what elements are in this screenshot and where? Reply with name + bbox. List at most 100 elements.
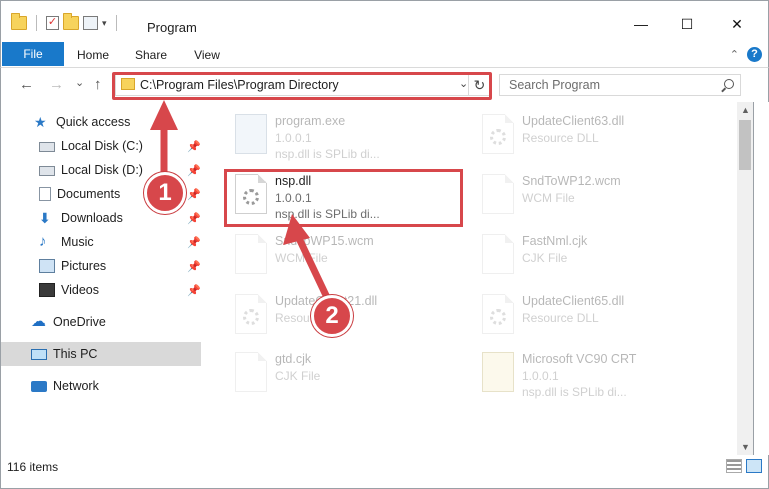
sidebar-item-label: This PC [53, 347, 98, 361]
sidebar-item-label: OneDrive [53, 315, 106, 329]
sidebar-item-label: Music [61, 235, 94, 249]
pin-icon[interactable]: 📌 [187, 260, 201, 273]
videos-icon [39, 283, 55, 297]
file-item-fastnml[interactable]: FastNml.cjk CJK File [472, 228, 712, 284]
tab-home[interactable]: Home [71, 42, 115, 68]
file-highlight-box [224, 169, 463, 227]
maximize-button[interactable]: ☐ [664, 13, 710, 35]
sidebar-item-label: Network [53, 379, 99, 393]
scroll-down-arrow-icon[interactable]: ▼ [741, 442, 750, 452]
sidebar-item-local-disk-c[interactable]: Local Disk (C:) 📌 [1, 134, 201, 158]
chevron-up-icon[interactable]: ⌃ [730, 48, 739, 61]
file-type: WCM File [275, 251, 328, 265]
file-description: nsp.dll is SPLib di... [275, 147, 380, 161]
address-highlight-box [112, 72, 492, 100]
file-item-sndtowp12[interactable]: SndToWP12.wcm WCM File [472, 168, 712, 224]
properties-check-icon[interactable]: ✓ [46, 16, 59, 30]
file-item-updateclient65[interactable]: UpdateClient65.dll Resource DLL [472, 288, 712, 344]
forward-button[interactable]: → [49, 76, 64, 93]
customize-qat-icon[interactable] [83, 16, 98, 30]
large-icons-view-icon[interactable] [746, 459, 762, 473]
documents-icon [39, 187, 51, 201]
window-title: Program [147, 20, 197, 35]
sidebar-item-label: Quick access [56, 115, 131, 129]
pin-icon[interactable]: 📌 [187, 188, 201, 201]
sidebar-item-label: Documents [57, 187, 121, 201]
this-pc-icon [31, 348, 47, 360]
dll-file-icon [482, 114, 514, 154]
quick-access-toolbar: ✓ ▾ [11, 13, 122, 31]
disk-icon [39, 142, 55, 152]
file-name: Microsoft VC90 CRT [522, 352, 637, 366]
sidebar-item-network[interactable]: Network [1, 374, 201, 398]
tab-share[interactable]: Share [129, 42, 173, 68]
minimize-button[interactable]: — [618, 13, 664, 35]
onedrive-icon: ☁ [31, 313, 46, 330]
up-button[interactable]: ↑ [94, 76, 102, 93]
help-icon[interactable]: ? [747, 47, 762, 62]
search-input[interactable]: Search Program [509, 78, 600, 92]
file-item-sndtowp15[interactable]: SndToWP15.wcm WCM File [225, 228, 465, 284]
file-name: SndToWP15.wcm [275, 234, 374, 248]
file-type: Resource DLL [522, 311, 599, 325]
search-icon [724, 79, 734, 89]
file-type: WCM File [522, 191, 575, 205]
network-icon [31, 380, 47, 392]
pin-icon[interactable]: 📌 [187, 140, 201, 153]
sidebar-item-videos[interactable]: Videos 📌 [1, 278, 201, 302]
file-version: 1.0.0.1 [522, 369, 559, 383]
ribbon-tabs: File Home Share View ⌃ ? [0, 40, 769, 68]
step-2-badge: 2 [311, 295, 353, 337]
title-bar: ✓ ▾ Program — ☐ ✕ [0, 0, 769, 40]
search-box[interactable]: Search Program [499, 74, 741, 96]
divider [36, 15, 37, 31]
chevron-down-icon[interactable]: ▾ [102, 18, 107, 29]
downloads-icon: ⬇ [39, 210, 51, 226]
file-name: UpdateClient65.dll [522, 294, 625, 308]
scroll-thumb[interactable] [739, 120, 751, 170]
file-name: SndToWP12.wcm [522, 174, 621, 188]
close-button[interactable]: ✕ [714, 13, 760, 35]
item-count: 116 items [7, 460, 59, 474]
new-folder-icon[interactable] [63, 13, 79, 30]
sidebar-item-this-pc[interactable]: This PC [1, 342, 201, 366]
file-version: 1.0.0.1 [275, 131, 312, 145]
file-item-microsoft-vc90-crt[interactable]: Microsoft VC90 CRT 1.0.0.1 nsp.dll is SP… [472, 346, 712, 402]
file-name: FastNml.cjk [522, 234, 588, 248]
back-button[interactable]: ← [19, 76, 34, 93]
divider [115, 15, 117, 31]
sidebar-item-label: Videos [61, 283, 99, 297]
file-item-program-exe[interactable]: program.exe 1.0.0.1 nsp.dll is SPLib di.… [225, 108, 465, 164]
sidebar-item-pictures[interactable]: Pictures 📌 [1, 254, 201, 278]
details-view-icon[interactable] [726, 459, 742, 473]
cjk-file-icon [482, 234, 514, 274]
sidebar-item-onedrive[interactable]: ☁ OneDrive [1, 310, 201, 334]
pin-icon[interactable]: 📌 [187, 212, 201, 225]
file-name: gtd.cjk [275, 352, 312, 366]
tab-view[interactable]: View [185, 42, 229, 68]
recent-locations-button[interactable]: ⌄ [75, 76, 84, 89]
step-1-badge: 1 [144, 172, 186, 214]
pin-icon[interactable]: 📌 [187, 164, 201, 177]
tab-file[interactable]: File [2, 42, 64, 66]
pin-icon[interactable]: 📌 [187, 236, 201, 249]
wcm-file-icon [235, 234, 267, 274]
vertical-scrollbar[interactable]: ▲ ▼ [737, 102, 754, 455]
file-name: UpdateClient63.dll [522, 114, 625, 128]
sidebar-item-music[interactable]: ♪ Music 📌 [1, 230, 201, 254]
file-type: CJK File [275, 369, 321, 383]
sidebar-item-label: Local Disk (C:) [61, 139, 143, 153]
sidebar-item-label: Downloads [61, 211, 123, 225]
scroll-up-arrow-icon[interactable]: ▲ [741, 105, 750, 115]
file-list: program.exe 1.0.0.1 nsp.dll is SPLib di.… [207, 102, 737, 455]
file-item-gtd-cjk[interactable]: gtd.cjk CJK File [225, 346, 465, 402]
exe-file-icon [235, 114, 267, 154]
status-bar: 116 items [0, 455, 769, 489]
navigation-pane: ★ Quick access Local Disk (C:) 📌 Local D… [0, 102, 207, 455]
disk-icon [39, 166, 55, 176]
pin-icon[interactable]: 📌 [187, 284, 201, 297]
file-item-updateclient63[interactable]: UpdateClient63.dll Resource DLL [472, 108, 712, 164]
sidebar-item-quick-access[interactable]: ★ Quick access [1, 110, 201, 134]
dll-file-icon [482, 294, 514, 334]
file-description: nsp.dll is SPLib di... [522, 385, 627, 399]
